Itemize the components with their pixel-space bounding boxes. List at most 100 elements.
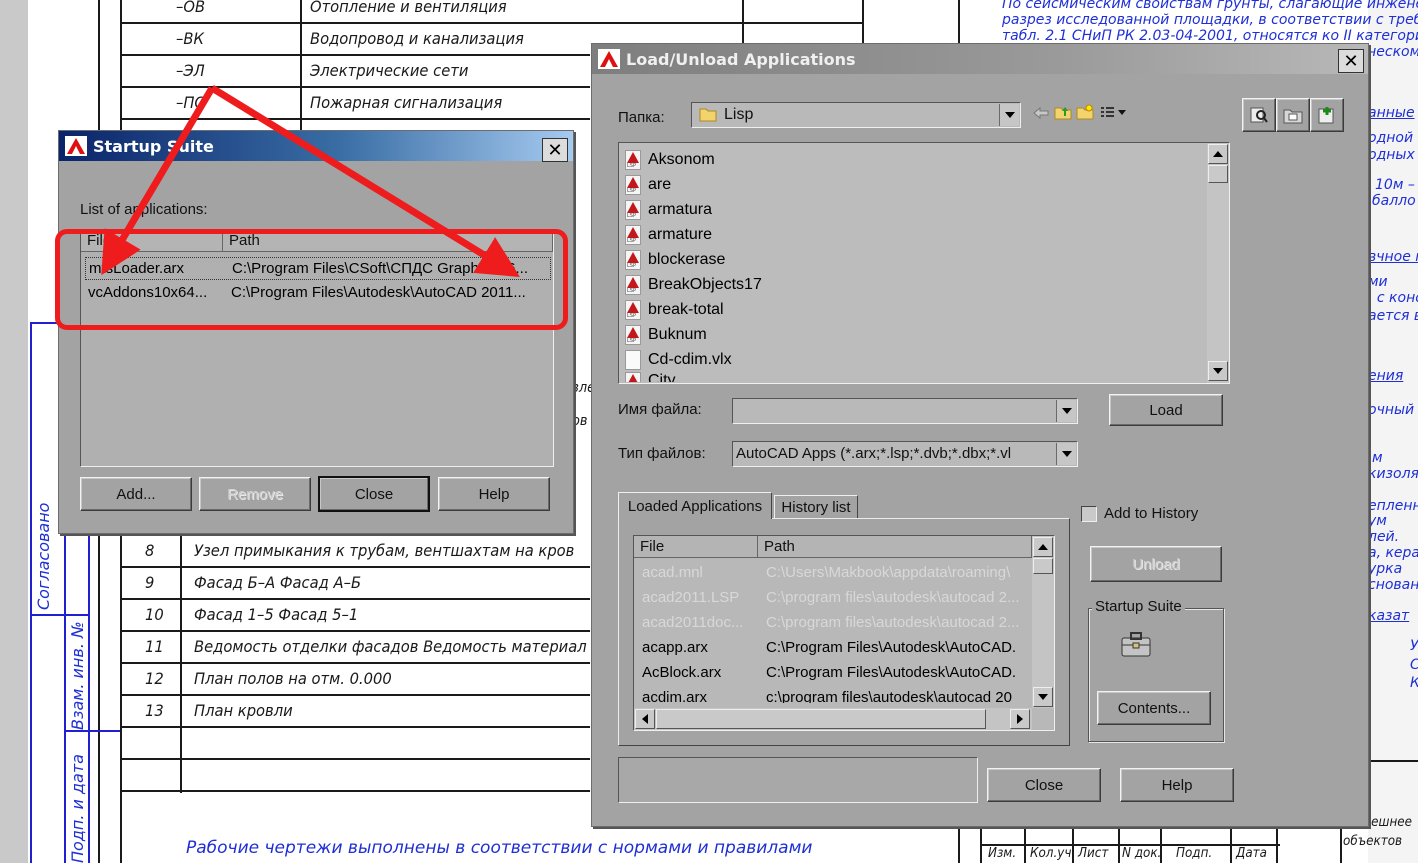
loaded-row-file[interactable]: AcBlock.arx [642, 664, 754, 681]
add-to-history-label: Add to History [1104, 505, 1199, 522]
cad-note-fragment: , с конс [1368, 290, 1418, 306]
folder-options-icon[interactable] [1276, 98, 1310, 132]
cad-frame-line [120, 694, 590, 696]
new-folder-icon[interactable] [1076, 103, 1094, 121]
cad-code: –ЭЛ [176, 61, 205, 80]
close-icon[interactable]: ✕ [542, 138, 568, 162]
horizontal-scrollbar[interactable] [634, 708, 1032, 730]
chevron-down-icon[interactable] [999, 104, 1019, 126]
folder-dropdown[interactable]: Lisp [691, 102, 1021, 128]
list-item[interactable]: LSP Aksonom [625, 147, 715, 172]
filename-label: Имя файла: [618, 401, 702, 418]
loaded-row-file[interactable]: acad2011.LSP [642, 589, 754, 606]
cad-num: 13 [145, 701, 164, 720]
contents-button[interactable]: Contents... [1097, 691, 1211, 725]
loaded-row-path[interactable]: C:\Users\Makbook\appdata\roaming\ [766, 564, 1032, 581]
loaded-row-file[interactable]: acad2011doc... [642, 614, 754, 631]
lisp-file-icon [625, 372, 641, 382]
loaded-row-file[interactable]: acad.mnl [642, 564, 754, 581]
loaded-row-path[interactable]: C:\program files\autodesk\autocad 2... [766, 614, 1032, 631]
close-button[interactable]: Close [318, 476, 430, 512]
loaded-row-path[interactable]: c:\program files\autodesk\autocad 20 [766, 689, 1032, 703]
remove-button[interactable]: Remove [199, 477, 311, 511]
scroll-up-button[interactable] [1033, 537, 1053, 557]
help-button[interactable]: Help [1120, 768, 1234, 802]
cad-note-fragment: кизоля [1368, 466, 1418, 482]
cad-frame-line [980, 824, 982, 863]
scroll-thumb[interactable] [656, 709, 986, 729]
list-item[interactable]: Cd-cdim.vlx [625, 347, 732, 372]
loaded-applications-list[interactable]: File Path acad.mnl C:\Users\Makbook\appd… [633, 535, 1055, 731]
chevron-down-icon[interactable] [1056, 400, 1076, 422]
list-of-applications-label: List of applications: [80, 201, 208, 218]
chevron-down-icon[interactable] [1056, 443, 1076, 465]
cad-note-fragment: м [1372, 450, 1383, 466]
list-item[interactable]: LSP BreakObjects17 [625, 272, 762, 297]
list-item[interactable]: LSP blockerase [625, 247, 725, 272]
cad-frame-line [1368, 760, 1418, 762]
scroll-down-button[interactable] [1033, 687, 1053, 707]
loaded-row-file[interactable]: acapp.arx [642, 639, 754, 656]
vertical-scrollbar[interactable] [1032, 536, 1054, 708]
list-item[interactable]: LSP armatura [625, 197, 712, 222]
loaded-row-path[interactable]: C:\Program Files\Autodesk\AutoCAD. [766, 664, 1032, 681]
vertical-scrollbar[interactable] [1207, 143, 1229, 383]
tab-loaded-applications[interactable]: Loaded Applications [618, 492, 772, 519]
file-name: blockerase [648, 250, 726, 268]
loaded-row-file[interactable]: acdim.arx [642, 689, 754, 703]
view-menu-icon[interactable] [1100, 103, 1130, 121]
loaded-row-path[interactable]: C:\program files\autodesk\autocad 2... [766, 589, 1032, 606]
cad-name: Фасад 1–5 Фасад 5–1 [194, 605, 359, 624]
loaded-row-path[interactable]: C:\Program Files\Autodesk\AutoCAD. [766, 639, 1032, 656]
list-item[interactable]: LSP armature [625, 222, 712, 247]
scroll-down-button[interactable] [1208, 361, 1228, 381]
cad-footer-note: Рабочие чертежи выполнены в соответствии… [186, 838, 813, 858]
folder-value: Lisp [724, 106, 754, 123]
file-name: Buknum [648, 325, 707, 343]
close-icon[interactable]: ✕ [1338, 49, 1364, 73]
cad-note-fragment: лей. [1368, 529, 1400, 545]
file-name: City [648, 372, 676, 382]
tab-history-list[interactable]: History list [774, 495, 858, 519]
scroll-right-button[interactable] [1010, 709, 1030, 729]
cad-note-fragment: ум [1368, 513, 1387, 529]
column-header-file[interactable]: File [634, 536, 758, 558]
list-item[interactable]: LSP are [625, 172, 671, 197]
close-button[interactable]: Close [987, 768, 1101, 802]
load-button[interactable]: Load [1109, 394, 1223, 426]
load-unload-titlebar[interactable]: Load/Unload Applications [592, 44, 1368, 74]
list-item[interactable]: LSP Buknum [625, 322, 707, 347]
scroll-left-button[interactable] [635, 709, 655, 729]
file-name: armature [648, 225, 713, 243]
cad-left-margin [0, 0, 28, 863]
filename-input[interactable] [732, 398, 1078, 424]
find-icon[interactable] [1242, 98, 1276, 132]
folder-label: Папка: [618, 109, 665, 126]
list-item[interactable]: City [625, 372, 676, 382]
file-name: Aksonom [648, 150, 715, 168]
up-folder-icon[interactable] [1054, 103, 1072, 121]
cad-frame-line [120, 22, 862, 24]
cad-num: 9 [145, 573, 155, 592]
autocad-app-icon [65, 136, 87, 156]
scroll-thumb[interactable] [1033, 558, 1053, 574]
scroll-up-button[interactable] [1208, 144, 1228, 164]
cad-note-fragment: очный [1368, 402, 1415, 418]
briefcase-icon [1120, 630, 1152, 658]
startup-suite-titlebar[interactable]: Startup Suite [59, 131, 573, 161]
list-item[interactable]: LSP break-total [625, 297, 724, 322]
file-browser-list[interactable]: LSP Aksonom LSP are LSP armatura LSP armatur… [618, 142, 1230, 384]
back-icon[interactable] [1032, 104, 1050, 122]
cad-note: По сейсмическим свойствам грунты, слагаю… [1002, 0, 1418, 12]
cad-frame-line [1230, 824, 1232, 863]
filetype-dropdown[interactable]: AutoCAD Apps (*.arx;*.lsp;*.dvb;*.dbx;*.… [732, 441, 1078, 467]
column-header-path[interactable]: Path [758, 536, 1032, 558]
add-to-history-checkbox[interactable] [1081, 506, 1097, 522]
scroll-thumb[interactable] [1208, 165, 1228, 183]
cad-note: ческому [1368, 44, 1418, 60]
unload-button[interactable]: Unload [1090, 546, 1222, 582]
add-to-suite-icon[interactable] [1310, 98, 1344, 132]
help-button[interactable]: Help [438, 477, 550, 511]
cad-blue-line [30, 322, 32, 863]
add-button[interactable]: Add... [80, 477, 192, 511]
